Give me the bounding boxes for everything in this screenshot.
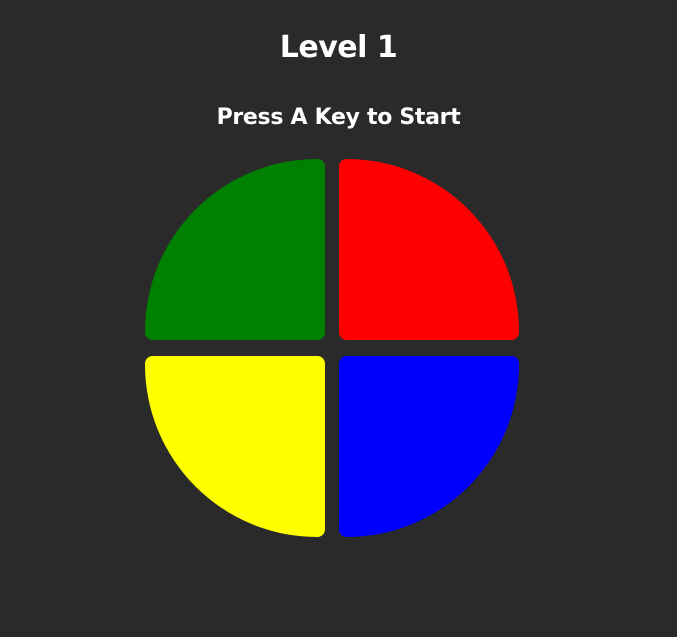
blue-button[interactable] [339,356,519,537]
level-title: Level 1 [279,30,398,65]
simon-board [145,159,519,537]
green-button[interactable] [145,159,325,340]
red-button[interactable] [339,159,519,340]
yellow-button[interactable] [145,356,325,537]
start-instruction: Press A Key to Start [216,105,461,130]
